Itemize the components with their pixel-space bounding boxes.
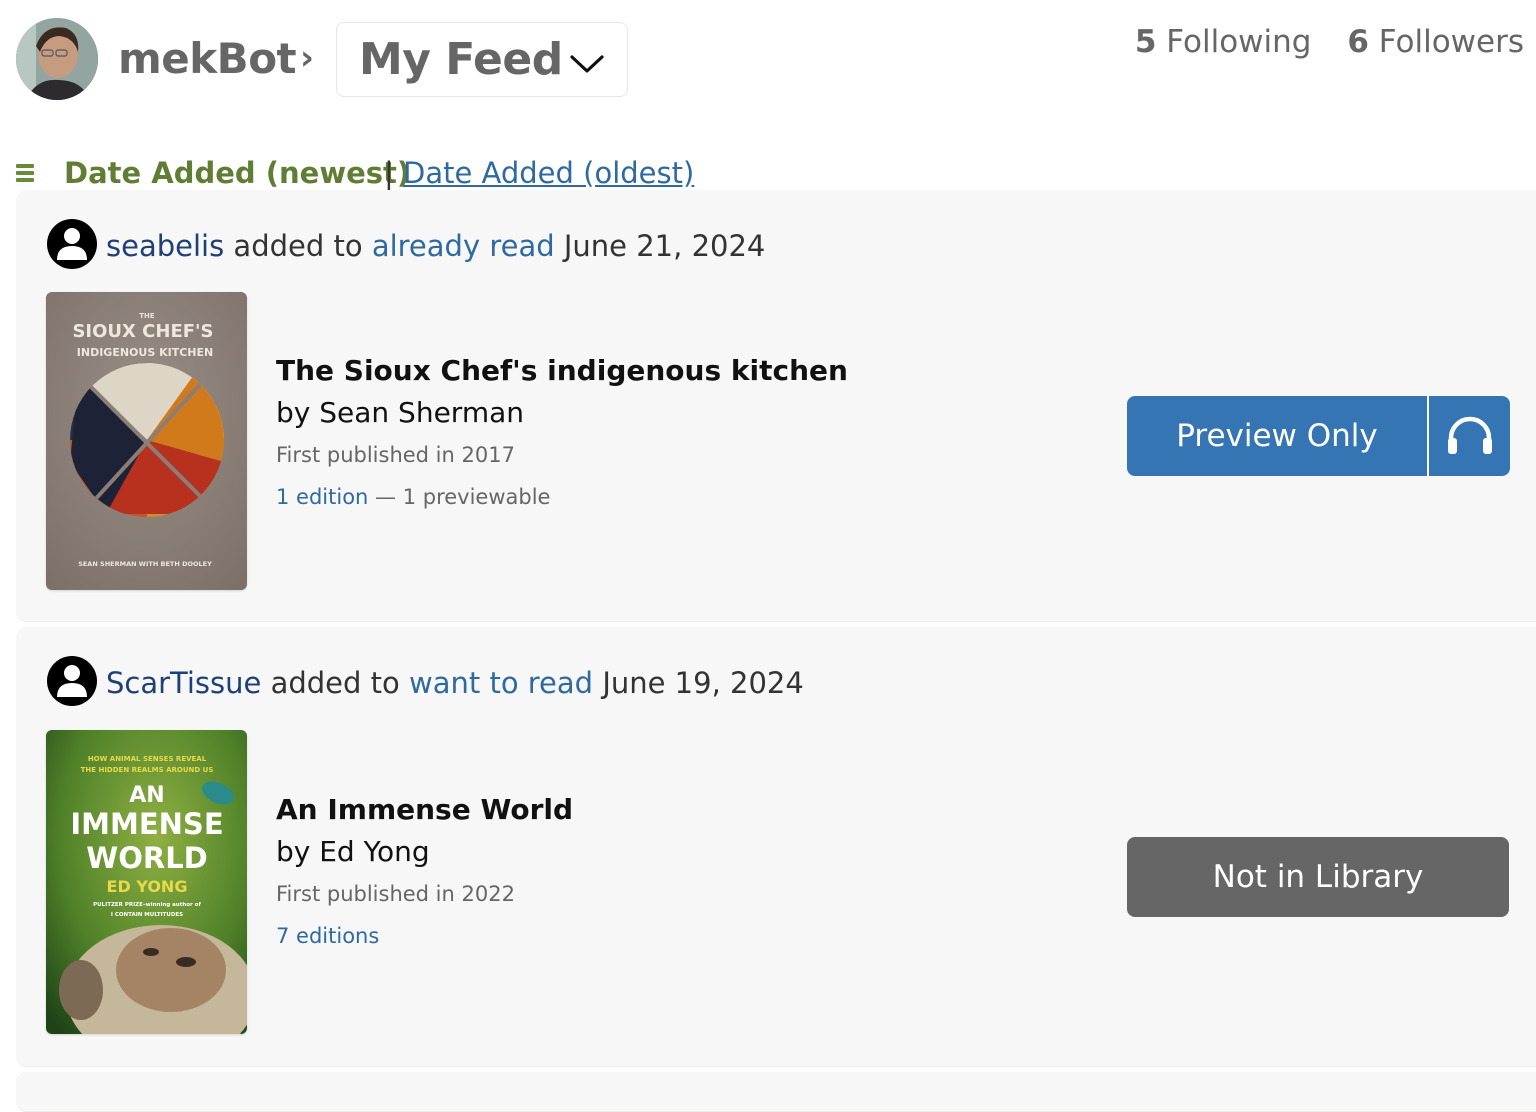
activity-shelf-link[interactable]: already read bbox=[372, 229, 555, 263]
cover-text: THE bbox=[139, 312, 155, 320]
breadcrumb-separator: › bbox=[300, 38, 315, 78]
cover-text: HOW ANIMAL SENSES REVEAL bbox=[88, 755, 207, 763]
activity-action: added to bbox=[270, 666, 400, 700]
activity-date: June 21, 2024 bbox=[563, 229, 766, 263]
book-first-published: First published in 2017 bbox=[276, 443, 515, 467]
activity-date: June 19, 2024 bbox=[602, 666, 804, 700]
book-first-published: First published in 2022 bbox=[276, 882, 515, 906]
cover-text: AN bbox=[129, 783, 164, 808]
activity-shelf-link[interactable]: want to read bbox=[409, 666, 593, 700]
sort-separator: | bbox=[384, 156, 394, 190]
activity-action: added to bbox=[233, 229, 363, 263]
list-icon bbox=[16, 164, 34, 184]
feed-item: seabelis added to already read June 21, … bbox=[16, 190, 1536, 622]
book-author: by Sean Sherman bbox=[276, 396, 524, 429]
following-label: Following bbox=[1166, 24, 1312, 60]
editions-link[interactable]: 1 edition bbox=[276, 485, 368, 509]
book-details: An Immense World by Ed Yong First publis… bbox=[276, 793, 573, 948]
activity-line: seabelis added to already read June 21, … bbox=[46, 219, 766, 270]
activity-line: ScarTissue added to want to read June 19… bbox=[46, 656, 804, 707]
user-icon bbox=[47, 656, 97, 706]
editions-link[interactable]: 7 editions bbox=[276, 924, 379, 948]
book-editions: 7 editions bbox=[276, 924, 573, 948]
activity-user-link[interactable]: seabelis bbox=[106, 229, 224, 263]
not-in-library-button[interactable]: Not in Library bbox=[1127, 837, 1509, 917]
feed-item bbox=[16, 1072, 1536, 1112]
cover-text: WORLD bbox=[86, 841, 208, 875]
username[interactable]: mekBot bbox=[118, 34, 297, 83]
book-cover[interactable]: THE SIOUX CHEF'S INDIGENOUS KITCHEN SEAN… bbox=[46, 292, 247, 590]
book-title[interactable]: An Immense World bbox=[276, 793, 573, 826]
followers-link[interactable]: 6 Followers bbox=[1347, 24, 1524, 60]
following-count: 5 bbox=[1134, 24, 1157, 60]
follow-stats: 5 Following 6 Followers bbox=[1109, 24, 1524, 60]
cover-text: INDIGENOUS KITCHEN bbox=[77, 346, 213, 359]
book-cover[interactable]: HOW ANIMAL SENSES REVEAL THE HIDDEN REAL… bbox=[46, 730, 247, 1034]
chevron-down-icon bbox=[570, 55, 604, 73]
book-author: by Ed Yong bbox=[276, 835, 430, 868]
cover-text: PULITZER PRIZE–winning author of bbox=[93, 902, 201, 908]
sort-option-oldest[interactable]: Date Added (oldest) bbox=[403, 156, 694, 190]
cover-text: I CONTAIN MULTITUDES bbox=[111, 912, 183, 918]
preview-only-button[interactable]: Preview Only bbox=[1127, 396, 1427, 476]
page-header: mekBot › My Feed 5 Following 6 Followers bbox=[0, 0, 1536, 120]
followers-count: 6 bbox=[1347, 24, 1369, 60]
sort-option-newest: Date Added (newest) bbox=[64, 156, 411, 190]
activity-user-link[interactable]: ScarTissue bbox=[106, 666, 261, 700]
cover-text: SEAN SHERMAN WITH BETH DOOLEY bbox=[78, 560, 212, 568]
book-title[interactable]: The Sioux Chef's indigenous kitchen bbox=[276, 354, 848, 387]
listen-button[interactable] bbox=[1429, 396, 1510, 476]
headphones-icon bbox=[1447, 416, 1492, 454]
followers-label: Followers bbox=[1378, 24, 1524, 60]
feed-item: ScarTissue added to want to read June 19… bbox=[16, 627, 1536, 1067]
cover-text: ED YONG bbox=[107, 877, 188, 896]
user-avatar[interactable] bbox=[16, 18, 98, 100]
book-details: The Sioux Chef's indigenous kitchen by S… bbox=[276, 354, 848, 509]
feed-selector-value: My Feed bbox=[359, 34, 563, 85]
editions-extra: — 1 previewable bbox=[368, 485, 551, 509]
borrow-button-group: Preview Only bbox=[1127, 396, 1510, 476]
cover-text: THE HIDDEN REALMS AROUND US bbox=[81, 766, 214, 774]
user-icon bbox=[47, 219, 97, 269]
book-editions: 1 edition — 1 previewable bbox=[276, 485, 848, 509]
following-link[interactable]: 5 Following bbox=[1135, 24, 1312, 60]
feed-selector-dropdown[interactable]: My Feed bbox=[336, 22, 628, 97]
cover-text: SIOUX CHEF'S bbox=[72, 321, 213, 342]
cover-text: IMMENSE bbox=[70, 807, 223, 841]
